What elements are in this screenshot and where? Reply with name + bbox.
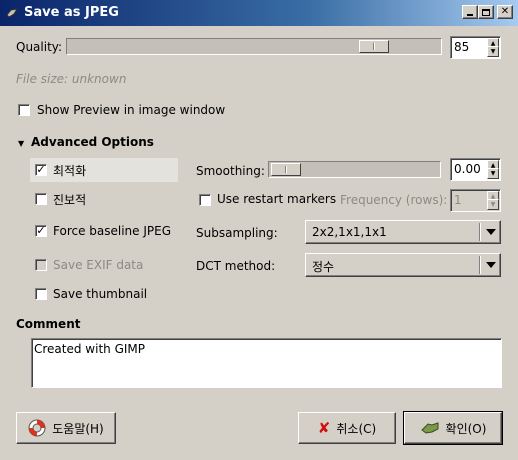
dropdown-separator <box>479 223 480 241</box>
save-thumbnail-checkbox[interactable] <box>35 288 47 300</box>
progressive-label[interactable]: 진보적 <box>53 191 86 208</box>
minimize-button[interactable] <box>462 5 478 19</box>
comment-textarea[interactable]: Created with GIMP <box>31 338 502 388</box>
quality-spinbox[interactable]: 85 ▲ ▼ <box>450 36 501 59</box>
quality-spin-down[interactable]: ▼ <box>487 46 499 57</box>
smoothing-label: Smoothing: <box>196 164 265 178</box>
close-icon: ✕ <box>500 6 510 17</box>
ok-hand-icon <box>420 422 439 434</box>
ok-button[interactable]: 확인(O) <box>403 411 503 445</box>
window-title: Save as JPEG <box>24 5 119 20</box>
title-bar[interactable]: Save as JPEG ✕ <box>0 0 518 26</box>
save-thumbnail-label[interactable]: Save thumbnail <box>53 287 147 301</box>
expander-arrow-icon[interactable]: ▼ <box>18 139 24 148</box>
cancel-button[interactable]: ✘ 취소(C) <box>298 412 396 444</box>
minimize-icon <box>467 14 473 16</box>
cancel-x-icon: ✘ <box>317 419 331 437</box>
dct-method-label: DCT method: <box>196 259 276 273</box>
quality-label: Quality: <box>16 40 63 54</box>
force-baseline-checkbox[interactable]: ✓ <box>35 225 47 237</box>
frequency-spinbox[interactable]: 1 ▲ ▼ <box>450 189 501 212</box>
frequency-spin-down[interactable]: ▼ <box>487 199 499 210</box>
cancel-button-label: 취소(C) <box>336 421 377 436</box>
smoothing-spinbox[interactable]: 0.00 ▲ ▼ <box>450 158 501 181</box>
optimize-checkbox[interactable]: ✓ <box>35 164 47 176</box>
force-baseline-label[interactable]: Force baseline JPEG <box>53 224 171 238</box>
progressive-checkbox[interactable] <box>35 193 47 205</box>
smoothing-spin-down[interactable]: ▼ <box>487 168 499 179</box>
subsampling-dropdown[interactable]: 2x2,1x1,1x1 <box>305 220 501 244</box>
maximize-button[interactable] <box>478 5 494 19</box>
quality-value: 85 <box>454 40 470 54</box>
file-size-label: File size: unknown <box>16 72 127 86</box>
dct-method-dropdown[interactable]: 정수 <box>305 253 501 277</box>
help-button[interactable]: 도움말(H) <box>16 412 116 444</box>
smoothing-value: 0.00 <box>454 162 481 176</box>
advanced-options-header[interactable]: Advanced Options <box>31 135 154 149</box>
save-exif-checkbox[interactable] <box>35 259 47 271</box>
quality-slider[interactable] <box>66 38 442 55</box>
quality-slider-thumb[interactable] <box>359 40 389 53</box>
show-preview-label[interactable]: Show Preview in image window <box>37 103 225 117</box>
help-button-label: 도움말(H) <box>52 421 104 436</box>
save-exif-label: Save EXIF data <box>53 258 144 272</box>
frequency-label: Frequency (rows): <box>340 193 448 207</box>
close-button[interactable]: ✕ <box>497 5 513 19</box>
restart-markers-checkbox[interactable] <box>199 194 211 206</box>
chevron-down-icon <box>486 229 496 235</box>
maximize-icon <box>482 8 490 16</box>
dropdown-separator <box>479 256 480 274</box>
smoothing-slider-thumb[interactable] <box>271 163 301 176</box>
dct-method-selected: 정수 <box>312 260 335 274</box>
comment-header: Comment <box>16 317 81 331</box>
chevron-down-icon <box>486 262 496 268</box>
frequency-value: 1 <box>454 193 462 207</box>
subsampling-label: Subsampling: <box>196 226 278 240</box>
subsampling-selected: 2x2,1x1,1x1 <box>312 225 387 239</box>
gimp-app-icon <box>6 8 18 18</box>
ok-button-label: 확인(O) <box>445 421 487 436</box>
comment-text: Created with GIMP <box>34 342 146 356</box>
smoothing-slider[interactable] <box>268 161 441 178</box>
optimize-label[interactable]: 최적화 <box>53 162 86 179</box>
lifebuoy-icon <box>28 419 46 437</box>
restart-markers-label[interactable]: Use restart markers <box>217 192 336 206</box>
show-preview-checkbox[interactable] <box>18 104 30 116</box>
